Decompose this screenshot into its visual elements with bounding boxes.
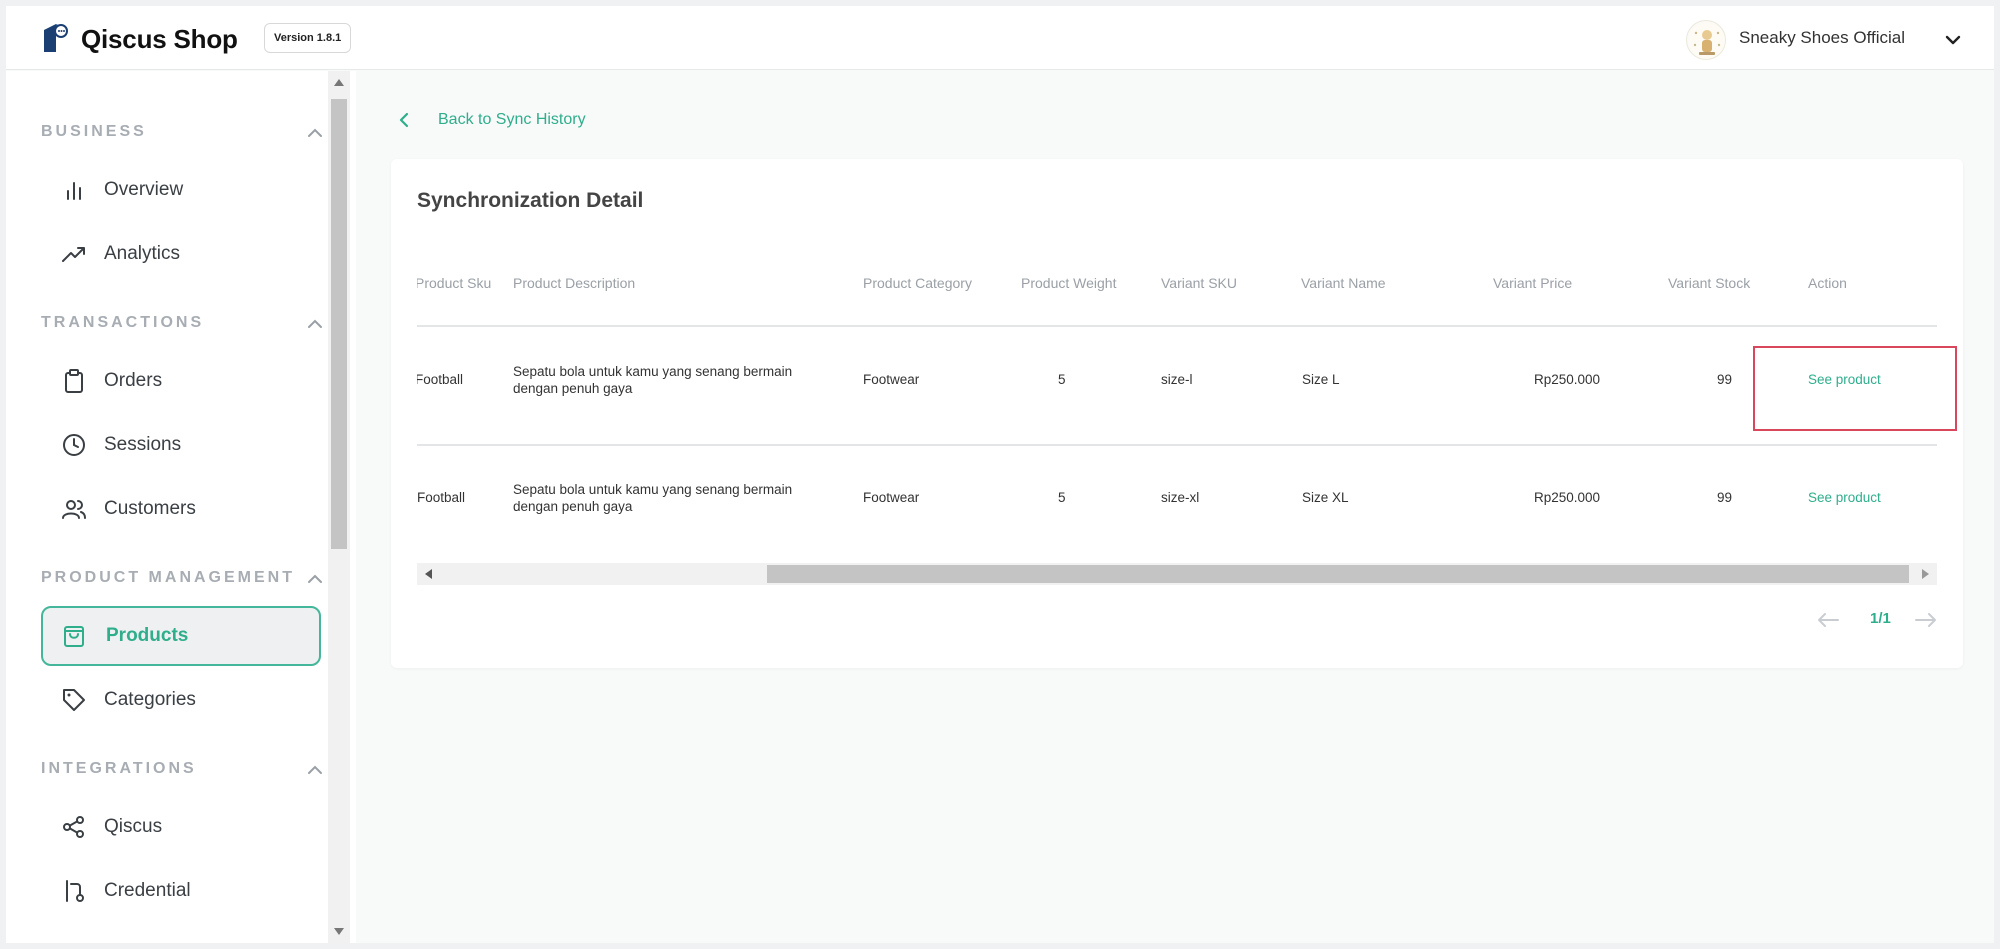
chevron-up-icon[interactable]	[306, 315, 324, 333]
chevron-up-icon[interactable]	[306, 761, 324, 779]
cell-description: Sepatu bola untuk kamu yang senang berma…	[513, 482, 793, 514]
pagination-label: 1/1	[1870, 610, 1891, 627]
sidebar-item-label: Qiscus	[104, 816, 163, 837]
sidebar-item-label: Sessions	[104, 434, 182, 455]
section-product-management[interactable]: PRODUCT MANAGEMENT	[41, 563, 326, 593]
column-header: Action	[1808, 275, 1847, 291]
column-header: Variant Price	[1493, 275, 1573, 291]
cell-variant-stock: 99	[1717, 372, 1733, 387]
section-title: INTEGRATIONS	[41, 760, 197, 777]
chevron-down-icon[interactable]	[1943, 30, 1963, 50]
git-pull-request-icon	[66, 880, 84, 902]
sync-detail-card: Synchronization Detail Product Sku Produ…	[391, 159, 1963, 668]
cell-weight: 5	[1058, 372, 1066, 387]
version-badge: Version 1.8.1	[264, 23, 352, 53]
table-content: Product Sku Product Description Product …	[417, 257, 1937, 487]
sidebar-item-label: Overview	[104, 179, 184, 200]
section-title: BUSINESS	[41, 123, 147, 140]
users-icon	[62, 500, 86, 519]
sidebar-item-sessions[interactable]: Sessions	[41, 415, 321, 475]
sidebar-item-customers[interactable]: Customers	[41, 479, 321, 539]
sidebar-item-credential[interactable]: Credential	[41, 861, 321, 921]
sidebar-item-label: Categories	[104, 689, 196, 710]
cell-variant-price: Rp250.000	[1534, 372, 1601, 387]
section-integrations[interactable]: INTEGRATIONS	[41, 754, 326, 784]
scroll-up-icon[interactable]	[334, 79, 344, 86]
cell-variant-price: Rp250.000	[1534, 490, 1601, 505]
sidebar-item-categories[interactable]: Categories	[41, 670, 321, 730]
store-name[interactable]: Sneaky Shoes Official	[1739, 28, 1905, 48]
clock-icon	[63, 434, 85, 456]
cell-sku: Football	[417, 490, 466, 505]
sidebar-item-orders[interactable]: Orders	[41, 351, 321, 411]
column-header: Variant Stock	[1668, 275, 1751, 291]
top-header: Qiscus Shop Version 1.8.1 Sneaky Shoes O…	[6, 6, 1994, 70]
sidebar-item-analytics[interactable]: Analytics	[41, 224, 321, 284]
section-transactions[interactable]: TRANSACTIONS	[41, 308, 326, 338]
app-title: Qiscus Shop	[81, 24, 238, 54]
section-business[interactable]: BUSINESS	[41, 117, 326, 147]
cell-variant-name: Size XL	[1302, 490, 1349, 505]
back-label: Back to Sync History	[438, 111, 586, 128]
share-icon	[63, 816, 84, 838]
sidebar-item-label: Orders	[104, 370, 163, 391]
sync-table: Product Sku Product Description Product …	[417, 257, 1937, 487]
page-title: Synchronization Detail	[417, 189, 644, 212]
scroll-left-icon[interactable]	[425, 569, 432, 579]
sidebar-item-label: Customers	[104, 498, 196, 519]
scrollbar-thumb[interactable]	[767, 565, 1909, 583]
sidebar-item-overview[interactable]: Overview	[41, 160, 321, 220]
chevron-up-icon[interactable]	[306, 570, 324, 588]
row-divider	[417, 444, 1937, 446]
sidebar: BUSINESS Overview Analytics TRANSACTIONS…	[6, 71, 356, 943]
column-header: Variant Name	[1301, 275, 1386, 291]
arrow-right-icon[interactable]	[1913, 610, 1939, 630]
sidebar-scrollbar[interactable]	[328, 71, 350, 943]
cell-weight: 5	[1058, 490, 1066, 505]
chevron-up-icon[interactable]	[306, 124, 324, 142]
scroll-right-icon[interactable]	[1922, 569, 1929, 579]
cell-variant-sku: size-xl	[1161, 490, 1200, 505]
header-divider	[417, 325, 1937, 327]
table-horizontal-scrollbar[interactable]	[417, 563, 1937, 585]
sidebar-item-qiscus[interactable]: Qiscus	[41, 797, 321, 857]
column-header: Product Description	[513, 275, 636, 291]
chevron-left-icon	[399, 112, 409, 128]
see-product-link[interactable]: See product	[1808, 490, 1881, 505]
cell-variant-name: Size L	[1302, 372, 1340, 387]
cell-category: Footwear	[863, 490, 920, 505]
section-title: TRANSACTIONS	[41, 314, 205, 331]
focus-highlight	[1753, 346, 1957, 431]
column-header: Product Sku	[417, 275, 492, 291]
cell-variant-stock: 99	[1717, 490, 1733, 505]
column-header: Variant SKU	[1161, 275, 1237, 291]
section-title: PRODUCT MANAGEMENT	[41, 569, 295, 586]
cell-category: Footwear	[863, 372, 920, 387]
qiscus-logo-icon	[44, 24, 68, 52]
cell-variant-sku: size-l	[1161, 372, 1193, 387]
store-logo-icon	[1689, 23, 1725, 59]
scroll-down-icon[interactable]	[334, 928, 344, 935]
trending-up-icon	[62, 247, 85, 262]
column-header: Product Category	[863, 275, 972, 291]
store-avatar[interactable]	[1686, 20, 1726, 60]
tag-icon	[63, 689, 85, 711]
arrow-left-icon[interactable]	[1815, 610, 1841, 630]
clipboard-icon	[65, 369, 83, 393]
sidebar-item-label: Analytics	[104, 243, 181, 264]
sidebar-item-label: Products	[106, 625, 189, 646]
app-window: Qiscus Shop Version 1.8.1 Sneaky Shoes O…	[6, 6, 1994, 943]
scrollbar-thumb[interactable]	[331, 99, 347, 549]
sidebar-item-label: Credential	[104, 880, 191, 901]
shopping-bag-icon	[64, 626, 84, 647]
cell-description: Sepatu bola untuk kamu yang senang berma…	[513, 364, 793, 396]
sidebar-item-products[interactable]: Products	[41, 606, 321, 666]
cell-sku: Football	[417, 372, 464, 387]
column-header: Product Weight	[1021, 275, 1117, 291]
bar-chart-icon	[67, 182, 81, 200]
